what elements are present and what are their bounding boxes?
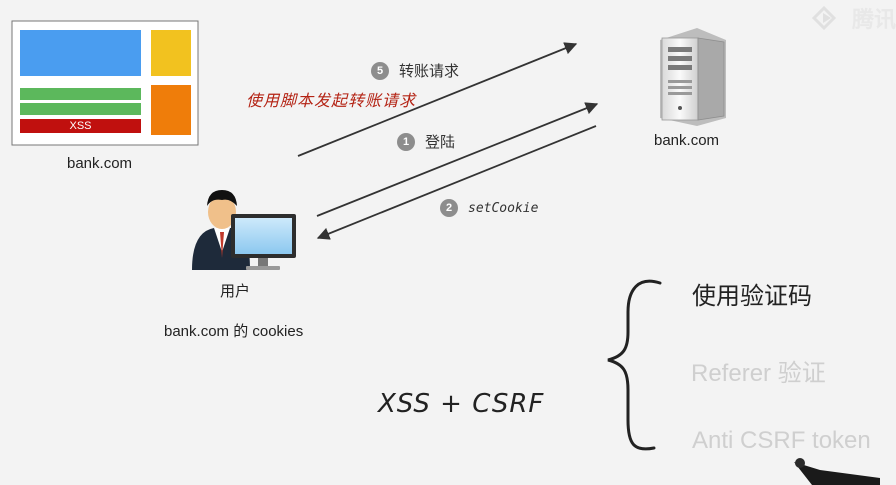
server-domain-label: bank.com <box>654 132 720 149</box>
step-number-badge: 5 <box>371 61 389 80</box>
user-label: 用户 <box>220 283 251 300</box>
play-logo-icon <box>811 6 837 30</box>
site-banner-block <box>20 30 141 76</box>
step-number-badge: 1 <box>397 132 415 151</box>
step-transfer-request: 5 转账请求 <box>371 60 459 81</box>
watermark-text: 腾讯 <box>851 7 896 32</box>
defense-anti-csrf-token: Anti CSRF token <box>692 427 871 454</box>
defense-referer: Referer 验证 <box>691 360 826 387</box>
step-label: setCookie <box>468 200 539 216</box>
site-side-block-yellow <box>151 30 191 76</box>
xss-csrf-formula: XSS + CSRF <box>378 389 545 419</box>
site-side-block-orange <box>151 85 191 135</box>
cookies-label: bank.com 的 cookies <box>164 323 304 340</box>
watermark: 腾讯 <box>811 2 896 34</box>
step-login: 1 登陆 <box>397 131 455 152</box>
server-icon <box>660 28 726 126</box>
curly-brace <box>607 279 662 451</box>
defense-captcha: 使用验证码 <box>692 283 812 310</box>
step-label: 登陆 <box>425 134 456 151</box>
arrow-set-cookie <box>316 125 597 240</box>
step-number-badge: 2 <box>440 199 458 217</box>
xss-label: XSS <box>69 120 92 132</box>
website-domain-label: bank.com <box>67 155 133 172</box>
step-label: 转账请求 <box>399 63 460 80</box>
pen-icon <box>794 458 880 485</box>
step-set-cookie: 2 setCookie <box>440 199 538 217</box>
site-content-row <box>20 88 141 100</box>
site-content-row <box>20 103 141 115</box>
script-annotation: 使用脚本发起转账请求 <box>246 93 417 110</box>
